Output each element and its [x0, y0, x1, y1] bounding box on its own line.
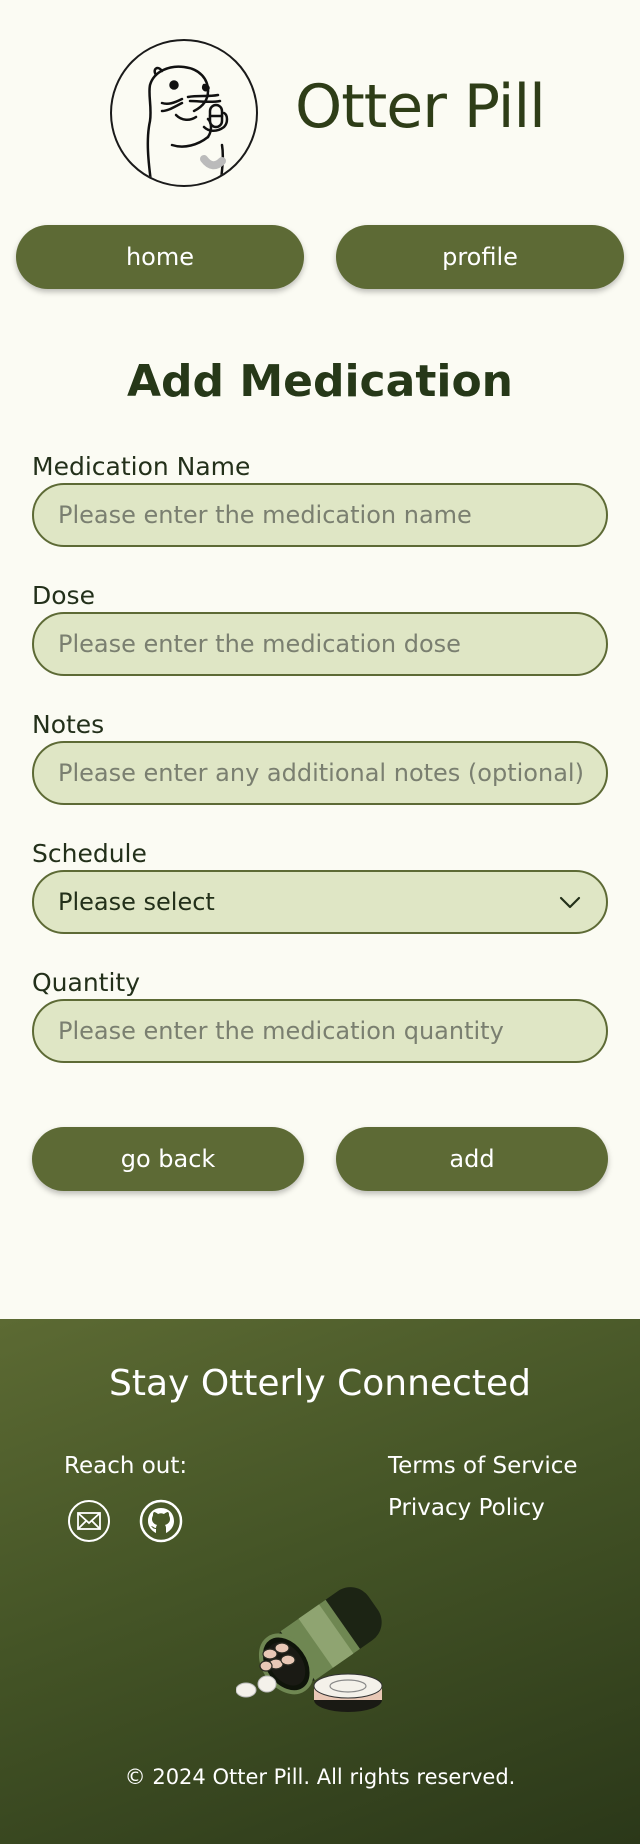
terms-of-service-link[interactable]: Terms of Service [388, 1453, 578, 1479]
profile-button[interactable]: profile [336, 225, 624, 289]
medication-name-input[interactable] [32, 483, 608, 547]
copyright: © 2024 Otter Pill. All rights reserved. [124, 1765, 516, 1789]
dose-input[interactable] [32, 612, 608, 676]
header: Otter Pill [0, 0, 640, 210]
go-back-button[interactable]: go back [32, 1127, 304, 1191]
schedule-select[interactable]: Please select [32, 870, 608, 934]
notes-input[interactable] [32, 741, 608, 805]
notes-label: Notes [32, 710, 105, 739]
otter-icon [146, 65, 229, 185]
medication-name-label: Medication Name [32, 452, 251, 481]
add-button[interactable]: add [336, 1127, 608, 1191]
schedule-label: Schedule [32, 839, 147, 868]
github-icon[interactable] [139, 1499, 183, 1543]
pill-bottle-icon [236, 1587, 383, 1712]
page-title: Add Medication [126, 356, 513, 407]
footer: Stay Otterly Connected Reach out: Terms … [0, 1319, 640, 1844]
home-button[interactable]: home [16, 225, 304, 289]
chevron-down-icon [559, 896, 581, 909]
app-title: Otter Pill [295, 72, 546, 142]
otter-logo[interactable] [110, 39, 258, 187]
reach-out-label: Reach out: [64, 1453, 188, 1479]
mail-icon[interactable] [67, 1499, 111, 1543]
quantity-label: Quantity [32, 968, 141, 997]
quantity-input[interactable] [32, 999, 608, 1063]
privacy-policy-link[interactable]: Privacy Policy [388, 1495, 545, 1521]
schedule-selected-value: Please select [58, 888, 215, 916]
dose-label: Dose [32, 581, 95, 610]
footer-title: Stay Otterly Connected [109, 1363, 531, 1404]
